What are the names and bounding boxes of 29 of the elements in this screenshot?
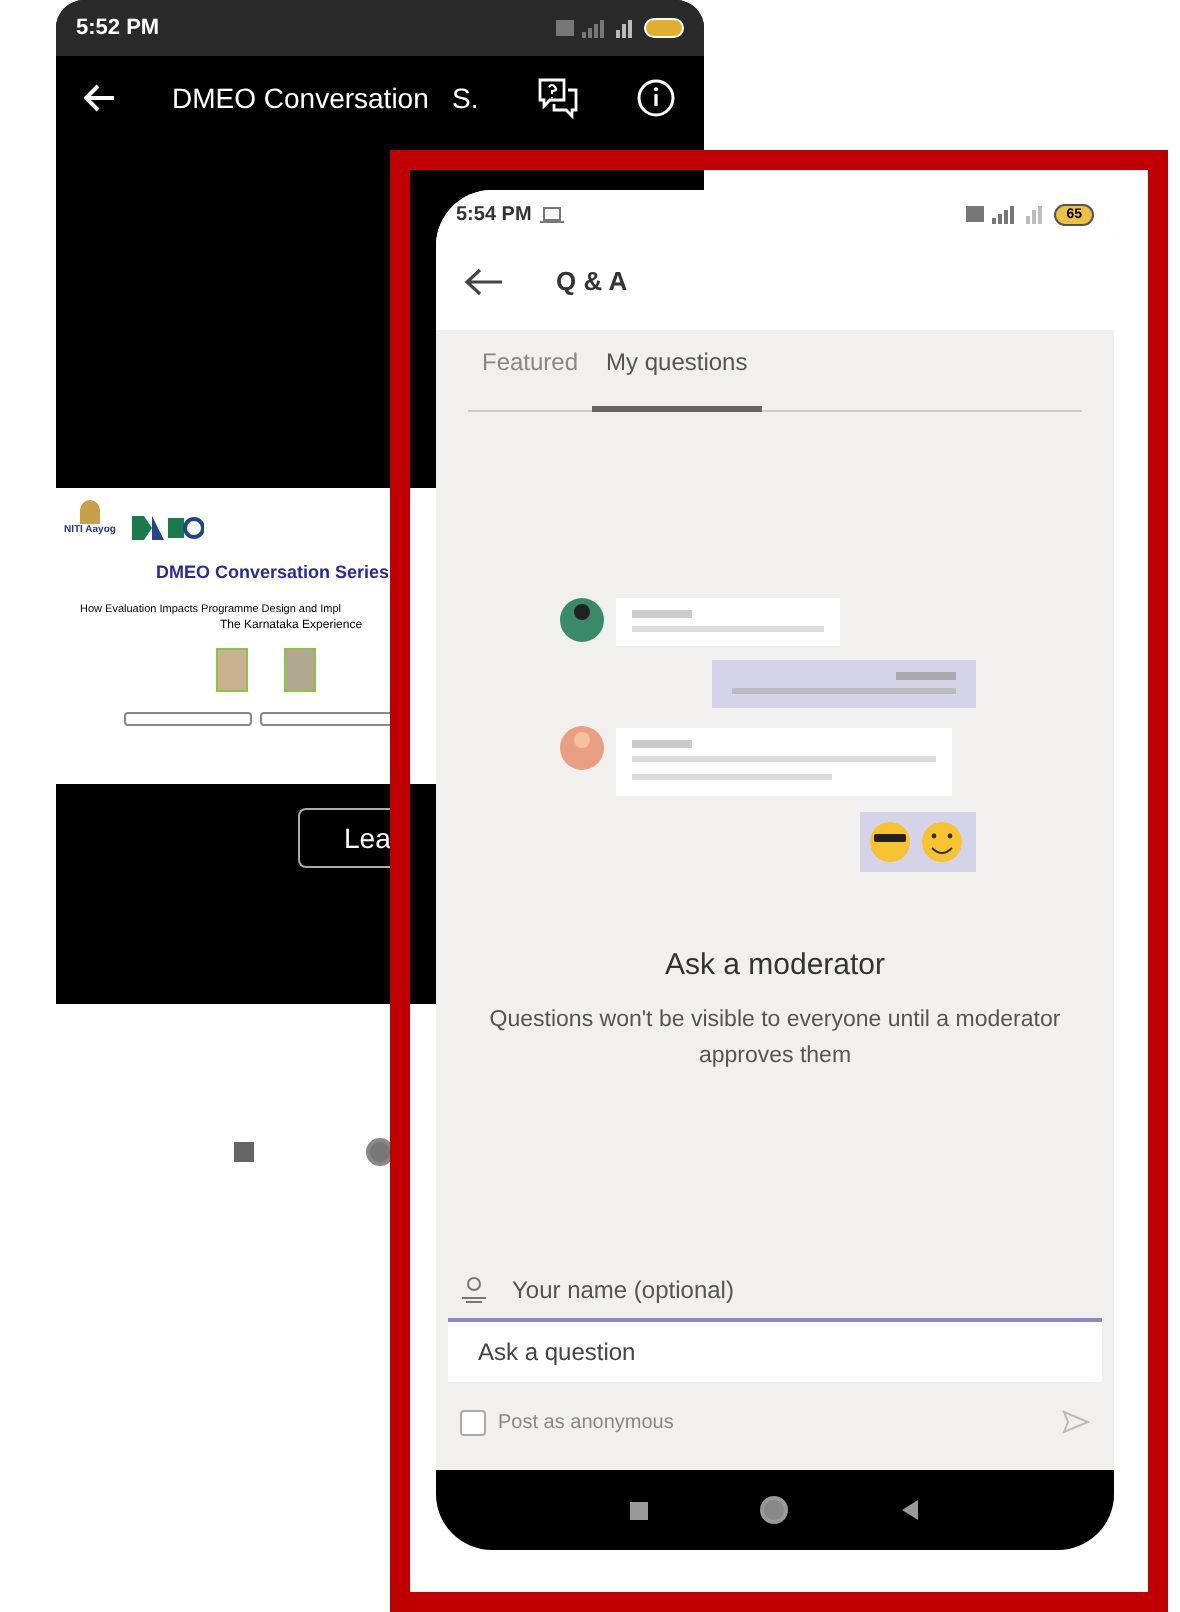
recents-icon[interactable] (630, 1501, 648, 1519)
tab[interactable]: My questions (592, 330, 762, 412)
signal-icon (556, 18, 636, 38)
back-arrow-icon[interactable] (464, 268, 504, 296)
checkbox[interactable] (460, 1409, 486, 1435)
info-strip (124, 712, 252, 727)
status-time: 5:52 PM (76, 13, 160, 44)
back-triangle-icon[interactable] (900, 1500, 920, 1520)
signal-icon (966, 204, 1047, 224)
status-time: 5:54 PM (456, 201, 532, 229)
battery-icon (644, 18, 684, 38)
empty-state-text: Questions won't be visible to everyone until a moderator approves them (487, 1005, 1063, 1071)
info-icon[interactable] (636, 78, 676, 118)
header-title: Q & A (556, 264, 628, 301)
photo-placeholder (216, 648, 248, 693)
person-icon (460, 1276, 488, 1304)
emblem-icon (79, 500, 100, 524)
name-field[interactable]: Your name (optional) (512, 1264, 1090, 1316)
header-title: DMEO Conversation S. (172, 79, 480, 117)
laptop-icon (539, 205, 564, 223)
slide-title: DMEO Conversation Series (156, 559, 392, 585)
question-field[interactable]: Ask a question (448, 1322, 1102, 1382)
home-icon[interactable] (760, 1496, 788, 1524)
checkbox-label: Post as anonymous (498, 1409, 676, 1437)
chat-question-icon[interactable] (536, 76, 580, 120)
leave-button[interactable]: Lea (298, 808, 390, 868)
empty-state-title: Ask a moderator (664, 946, 886, 986)
logo-icon (131, 515, 204, 539)
photo-placeholder (284, 648, 316, 693)
